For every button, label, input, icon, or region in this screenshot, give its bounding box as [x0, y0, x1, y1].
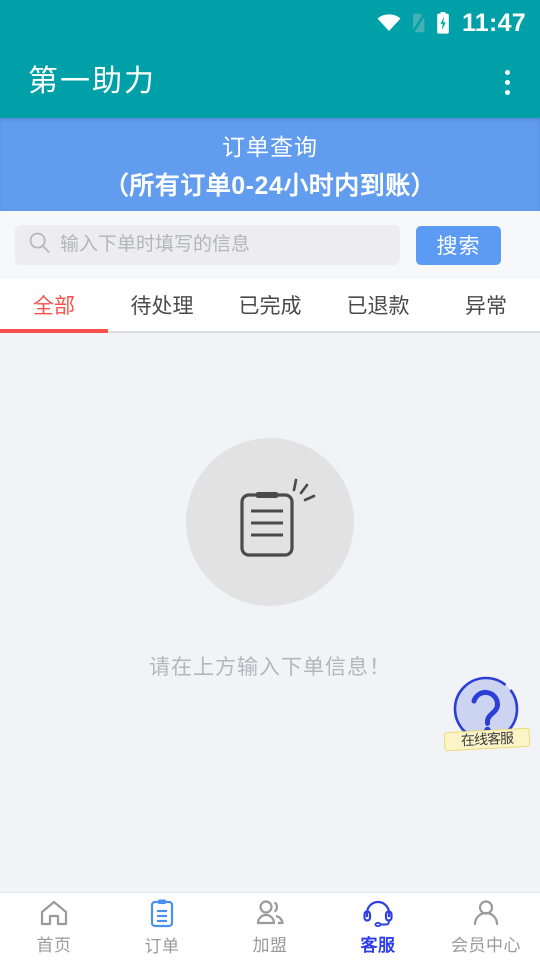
- page-title: 第一助力: [28, 65, 156, 98]
- tab-refunded[interactable]: 已退款: [324, 279, 432, 331]
- floating-help-button[interactable]: 在线客服: [443, 673, 531, 752]
- search-bar: 搜索: [0, 211, 540, 279]
- tab-completed[interactable]: 已完成: [216, 279, 324, 331]
- search-button[interactable]: 搜索: [416, 225, 501, 265]
- more-vertical-icon[interactable]: [493, 60, 522, 105]
- app-root: 11:47 第一助力 订单查询 （所有订单0-24小时内到账） 搜索 全部: [0, 0, 540, 960]
- tab-all[interactable]: 全部: [0, 279, 108, 333]
- banner-title: 订单查询: [222, 133, 318, 160]
- status-bar: 11:47: [0, 0, 540, 46]
- order-status-tabs: 全部 待处理 已完成 已退款 异常: [0, 279, 540, 333]
- person-icon: [472, 899, 500, 932]
- home-icon: [39, 899, 69, 932]
- dot: [505, 89, 510, 95]
- wifi-icon: [377, 14, 401, 32]
- empty-state-circle: [186, 438, 354, 606]
- clipboard-empty-icon: [222, 472, 318, 573]
- bottom-navigation: 首页 订单 加盟 客服 会员中心: [0, 892, 540, 960]
- battery-charging-icon: [436, 12, 450, 34]
- order-list-content: 请在上方输入下单信息！ 在线客服: [0, 333, 540, 892]
- nav-item-support[interactable]: 客服: [324, 893, 432, 960]
- search-field[interactable]: [15, 225, 400, 265]
- empty-state: 请在上方输入下单信息！: [149, 438, 391, 681]
- search-icon: [29, 232, 50, 258]
- nav-label-join: 加盟: [252, 936, 288, 955]
- users-icon: [254, 899, 286, 932]
- dot: [505, 79, 510, 85]
- nav-label-member-center: 会员中心: [451, 936, 521, 955]
- tab-pending[interactable]: 待处理: [108, 279, 216, 331]
- nav-item-member-center[interactable]: 会员中心: [432, 893, 540, 960]
- nav-label-orders: 订单: [144, 937, 180, 956]
- nav-item-home[interactable]: 首页: [0, 893, 108, 960]
- nav-label-support: 客服: [360, 936, 396, 955]
- app-bar: 第一助力: [0, 46, 540, 118]
- order-query-banner: 订单查询 （所有订单0-24小时内到账）: [0, 118, 540, 211]
- clipboard-icon: [149, 898, 175, 933]
- nav-item-join[interactable]: 加盟: [216, 893, 324, 960]
- sim-missing-icon: [411, 12, 426, 34]
- headset-icon: [362, 899, 394, 932]
- search-input[interactable]: [60, 234, 386, 256]
- tab-abnormal[interactable]: 异常: [432, 279, 540, 331]
- banner-subtitle: （所有订单0-24小时内到账）: [103, 171, 437, 200]
- nav-label-home: 首页: [36, 936, 72, 955]
- dot: [505, 69, 510, 75]
- empty-state-message: 请在上方输入下单信息！: [149, 656, 391, 679]
- status-bar-time: 11:47: [461, 8, 526, 37]
- nav-item-orders[interactable]: 订单: [108, 893, 216, 960]
